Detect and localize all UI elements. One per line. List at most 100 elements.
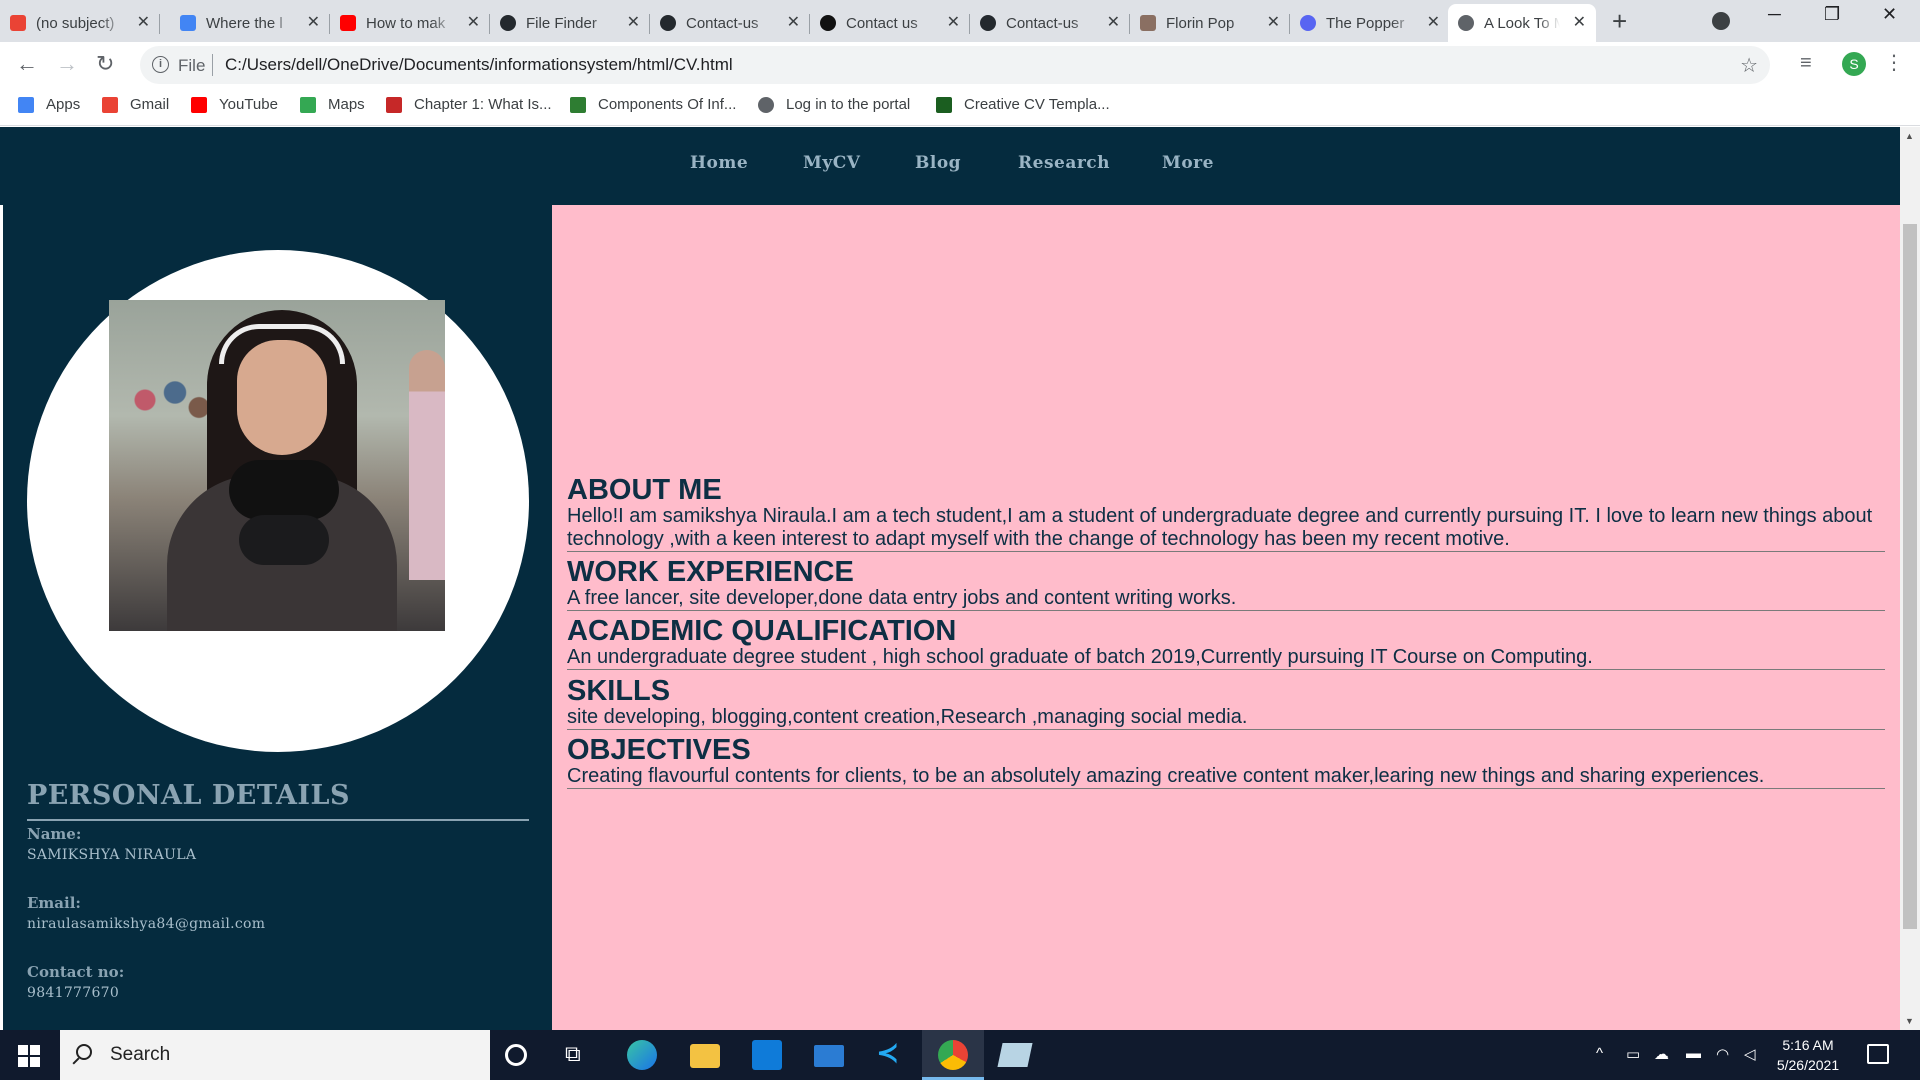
search-icon: [76, 1044, 92, 1060]
restore-icon[interactable]: ❐: [1824, 4, 1840, 25]
browser-tab[interactable]: How to mak ✕: [330, 4, 490, 42]
windows-start-icon[interactable]: [18, 1045, 40, 1067]
bookmark-star-icon[interactable]: ☆: [1740, 53, 1758, 78]
email-value: niraulasamikshya84@gmail.com: [27, 916, 266, 932]
bookmark-cv-template[interactable]: Creative CV Templa...: [936, 96, 1110, 113]
wifi-icon[interactable]: ◠: [1716, 1045, 1729, 1063]
nav-research[interactable]: Research: [1018, 153, 1110, 173]
meet-now-icon[interactable]: ▭: [1626, 1045, 1640, 1063]
name-value: SAMIKSHYA NIRAULA: [27, 847, 197, 863]
scheme-label: File: [178, 56, 206, 75]
scroll-thumb[interactable]: [1903, 224, 1917, 929]
browser-tab-active[interactable]: A Look To M ✕: [1448, 4, 1596, 42]
bookmark-gmail[interactable]: Gmail: [102, 96, 169, 113]
notification-icon[interactable]: [1867, 1044, 1889, 1064]
cv-content: ABOUT ME Hello!I am samikshya Niraula.I …: [552, 205, 1900, 1030]
close-tab-icon[interactable]: ✕: [137, 12, 150, 32]
avatar-icon: [1140, 15, 1156, 31]
close-tab-icon[interactable]: ✕: [307, 12, 320, 32]
tab-search-icon[interactable]: [1712, 12, 1730, 30]
new-tab-icon[interactable]: +: [1612, 6, 1627, 37]
battery-icon[interactable]: ▬: [1686, 1045, 1701, 1062]
bookmark-maps[interactable]: Maps: [300, 96, 365, 113]
browser-tab[interactable]: Contact-us ✕: [970, 4, 1130, 42]
browser-tab[interactable]: File Finder ✕: [490, 4, 650, 42]
cortana-icon[interactable]: [505, 1044, 527, 1066]
address-bar[interactable]: i File C:/Users/dell/OneDrive/Documents/…: [140, 46, 1770, 84]
tab-title: Contact us: [846, 14, 918, 32]
close-tab-icon[interactable]: ✕: [1427, 12, 1440, 32]
close-tab-icon[interactable]: ✕: [787, 12, 800, 32]
nav-blog[interactable]: Blog: [915, 153, 961, 173]
close-tab-icon[interactable]: ✕: [1573, 12, 1586, 32]
personal-details-heading: PERSONAL DETAILS: [27, 780, 351, 811]
browser-tab[interactable]: Where the l ✕: [170, 4, 330, 42]
close-tab-icon[interactable]: ✕: [627, 12, 640, 32]
section-academic: ACADEMIC QUALIFICATION An undergraduate …: [567, 616, 1885, 670]
bookmark-apps[interactable]: Apps: [18, 96, 80, 113]
page-scrollbar[interactable]: ▲ ▼: [1900, 127, 1920, 1030]
section-heading: ABOUT ME: [567, 474, 722, 506]
bookmark-components[interactable]: Components Of Inf...: [570, 96, 736, 113]
section-objectives: OBJECTIVES Creating flavourful contents …: [567, 735, 1885, 789]
section-heading: ACADEMIC QUALIFICATION: [567, 615, 957, 647]
taskbar-search[interactable]: Search: [60, 1030, 490, 1080]
system-clock[interactable]: 5:16 AM 5/26/2021: [1758, 1035, 1858, 1075]
forward-icon[interactable]: →: [56, 51, 78, 77]
close-tab-icon[interactable]: ✕: [1267, 12, 1280, 32]
clock-time: 5:16 AM: [1782, 1037, 1834, 1053]
scroll-down-icon[interactable]: ▼: [1905, 1016, 1914, 1026]
section-heading: OBJECTIVES: [567, 734, 751, 766]
store-icon[interactable]: [752, 1040, 782, 1070]
google-icon: [180, 15, 196, 31]
clock-date: 5/26/2021: [1776, 1057, 1840, 1073]
reload-icon[interactable]: ↻: [96, 51, 114, 77]
github-icon: [660, 15, 676, 31]
section-text: A free lancer, site developer,done data …: [567, 587, 1237, 609]
chrome-icon[interactable]: [938, 1040, 968, 1070]
back-icon[interactable]: ←: [16, 51, 38, 77]
profile-photo: [109, 300, 445, 631]
nav-mycv[interactable]: MyCV: [803, 153, 860, 173]
onedrive-icon[interactable]: ☁: [1654, 1045, 1669, 1063]
profile-avatar[interactable]: S: [1842, 52, 1866, 76]
edge-icon[interactable]: [627, 1040, 657, 1070]
vscode-icon[interactable]: ≺: [876, 1036, 906, 1068]
minimize-icon[interactable]: ─: [1768, 4, 1781, 25]
notepad-icon[interactable]: [997, 1043, 1033, 1067]
info-icon[interactable]: i: [152, 56, 169, 73]
section-text: Creating flavourful contents for clients…: [567, 765, 1765, 787]
bookmark-chapter1[interactable]: Chapter 1: What Is...: [386, 96, 552, 113]
close-tab-icon[interactable]: ✕: [467, 12, 480, 32]
volume-icon[interactable]: ◁: [1744, 1045, 1756, 1063]
task-view-icon[interactable]: ⧉: [565, 1041, 595, 1071]
browser-tab[interactable]: (no subject) ✕: [0, 4, 160, 42]
browser-tab[interactable]: The Popper ✕: [1290, 4, 1450, 42]
url-text[interactable]: C:/Users/dell/OneDrive/Documents/informa…: [225, 55, 733, 75]
tab-title: Where the l: [206, 14, 283, 32]
gmail-icon: [10, 15, 26, 31]
file-explorer-icon[interactable]: [690, 1044, 720, 1068]
menu-icon[interactable]: ⋮: [1884, 50, 1904, 75]
browser-tab[interactable]: Contact-us ✕: [650, 4, 810, 42]
browser-tab[interactable]: Contact us ✕: [810, 4, 970, 42]
show-hidden-icons-icon[interactable]: ^: [1596, 1045, 1603, 1062]
mail-icon[interactable]: [814, 1045, 844, 1067]
search-placeholder: Search: [110, 1044, 171, 1065]
reading-list-icon[interactable]: ≡: [1800, 52, 1812, 75]
tab-strip: (no subject) ✕ Where the l ✕ How to mak …: [0, 0, 1920, 42]
close-window-icon[interactable]: ✕: [1882, 4, 1897, 25]
tab-title: Contact-us: [1006, 14, 1079, 32]
browser-tab[interactable]: Florin Pop ✕: [1130, 4, 1290, 42]
close-tab-icon[interactable]: ✕: [1107, 12, 1120, 32]
bookmark-portal[interactable]: Log in to the portal: [758, 96, 910, 113]
globe-icon: [1458, 15, 1474, 31]
bookmark-youtube[interactable]: YouTube: [191, 96, 278, 113]
nav-home[interactable]: Home: [690, 153, 748, 173]
gmail-icon: [102, 96, 118, 113]
discord-icon: [1300, 15, 1316, 31]
close-tab-icon[interactable]: ✕: [947, 12, 960, 32]
scroll-up-icon[interactable]: ▲: [1905, 131, 1914, 141]
nav-more[interactable]: More: [1162, 153, 1214, 173]
name-label: Name:: [27, 825, 82, 843]
